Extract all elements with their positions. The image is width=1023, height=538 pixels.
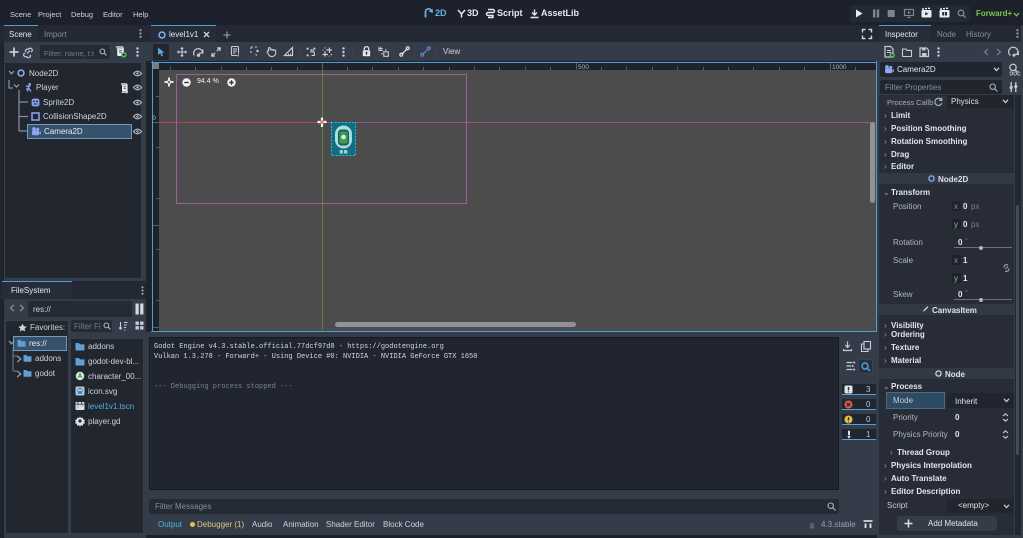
svg-text:DOC: DOC: [1010, 72, 1022, 78]
